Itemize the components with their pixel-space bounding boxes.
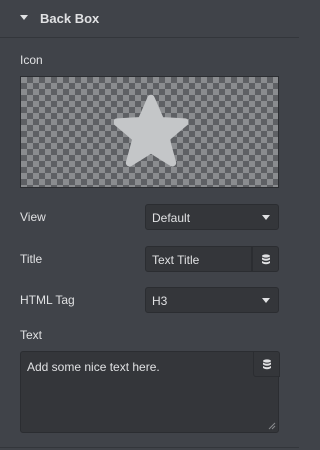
chevron-down-icon [262,215,270,220]
text-dynamic-tags-button[interactable] [253,351,280,377]
panel: Back Box Icon View Default Title Text Ti… [0,0,299,450]
chevron-down-icon [262,298,270,303]
icon-preview[interactable] [20,76,279,188]
text-label: Text [20,328,43,342]
title-dynamic-tags-button[interactable] [252,246,279,272]
resize-handle-icon[interactable] [268,422,276,430]
title-input[interactable]: Text Title [145,246,252,272]
icon-label: Icon [20,53,43,67]
html-tag-label: HTML Tag [20,293,75,307]
text-textarea[interactable]: Add some nice text here. [20,351,280,433]
text-textarea-value: Add some nice text here. [27,360,160,374]
caret-down-icon[interactable] [20,15,28,20]
view-label: View [20,210,46,224]
section-header-back-box[interactable]: Back Box [0,0,299,38]
html-tag-select[interactable]: H3 [145,287,279,313]
html-tag-select-value: H3 [152,294,168,308]
database-icon [262,254,270,265]
star-icon [114,94,188,167]
title-label: Title [20,252,43,266]
section-title: Back Box [40,11,100,26]
view-select-value: Default [152,211,191,225]
database-icon [263,359,271,370]
divider [0,447,299,448]
view-select[interactable]: Default [145,204,279,230]
title-input-value: Text Title [152,253,200,267]
